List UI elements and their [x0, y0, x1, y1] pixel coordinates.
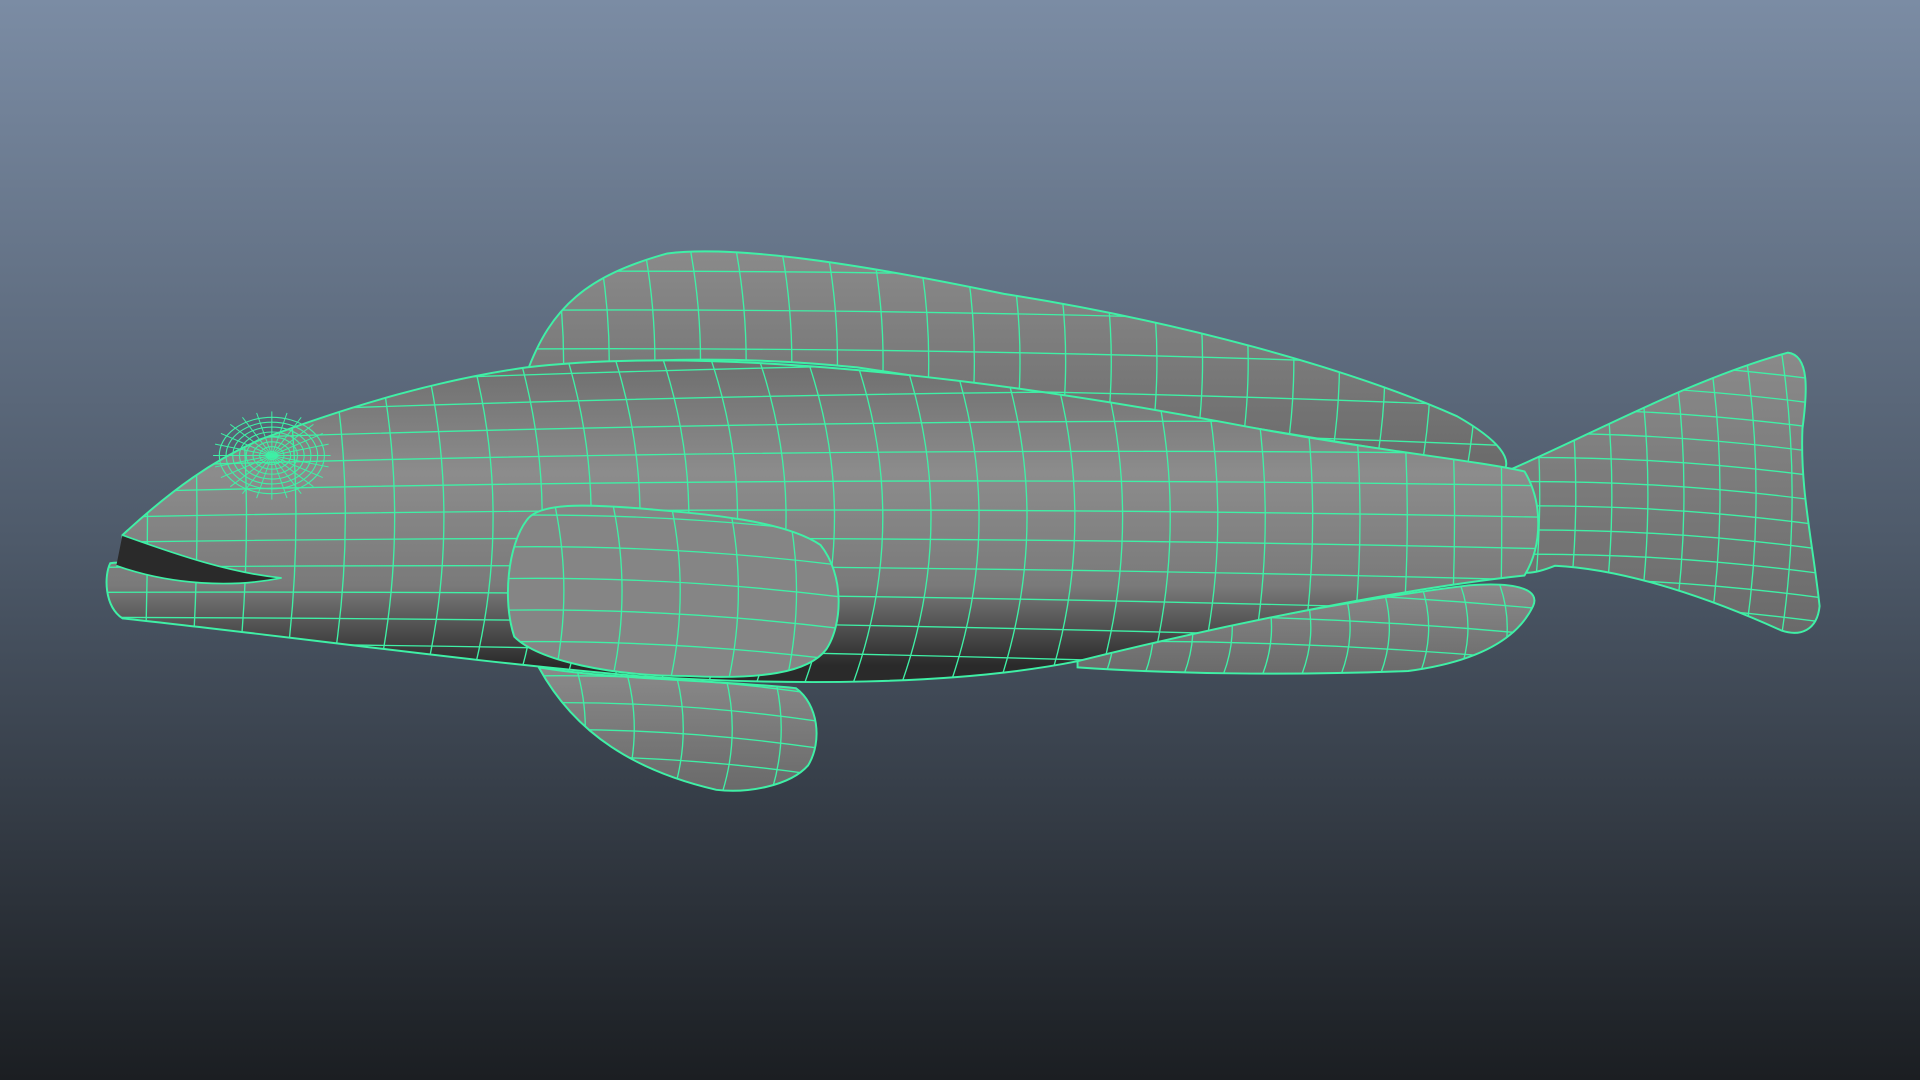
eye-pole — [213, 411, 331, 500]
viewport-canvas[interactable] — [0, 0, 1920, 1080]
3d-viewport[interactable] — [0, 0, 1920, 1080]
